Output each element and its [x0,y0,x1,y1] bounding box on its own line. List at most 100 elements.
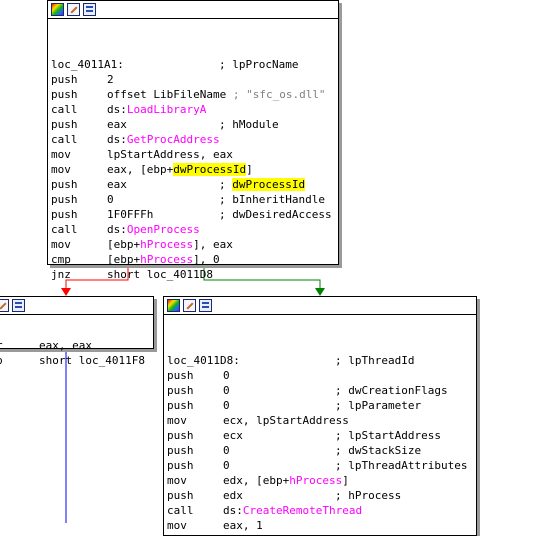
code-line[interactable]: call ds:LoadLibraryA [48,102,338,117]
code-line[interactable]: mov eax, [ebp+dwProcessId] [48,162,338,177]
symbol-name: OpenProcess [126,223,200,236]
code-line[interactable]: push 0 ; lpThreadAttributes [164,458,476,473]
block-toolbar [0,297,153,315]
edit-icon[interactable] [67,3,80,16]
operand-suffix: ] [342,474,349,487]
operand-text: short loc_4011F8 [39,354,145,367]
operands: eax [107,117,127,132]
mnemonic: mov [167,414,187,427]
code-line[interactable]: mov [ebp+hProcess], eax [48,237,338,252]
code-line[interactable]: mov eax, 1 [164,518,476,533]
code-line[interactable]: push ecx ; lpStartAddress [164,428,476,443]
operand-text: 0 [223,459,230,472]
operand-suffix: ] [246,163,253,176]
edit-icon[interactable] [0,299,9,312]
operands: ecx, lpStartAddress [223,413,349,428]
graph-icon[interactable] [83,3,96,16]
operand-text: 0 [223,399,230,412]
mnemonic: p [0,353,3,368]
code-line[interactable]: call ds:CreateRemoteThread [164,503,476,518]
operand-text: eax [107,178,127,191]
graph-icon[interactable] [12,299,25,312]
code-line[interactable]: call ds:GetProcAddress [48,132,338,147]
operands: eax, 1 [223,518,263,533]
code-line[interactable]: push 0 [164,368,476,383]
code-line[interactable]: loc_4011D8: ; lpThreadId [164,353,476,368]
graph-icon[interactable] [199,299,212,312]
operands: short loc_4011F8 [39,353,145,368]
comment: ; lpThreadAttributes [335,459,468,472]
mnemonic: push [167,444,194,457]
mnemonic: call [167,504,194,517]
code-line[interactable]: call ds:OpenProcess [48,222,338,237]
comment: ; hModule [219,118,279,131]
operand-suffix: ], eax [193,238,233,251]
mnemonic: mov [167,474,187,487]
operands: eax, eax [39,338,92,353]
code-line[interactable]: push eax ; hModule [48,117,338,132]
operand-prefix: [ebp+ [107,253,141,266]
mnemonic: push [167,429,194,442]
symbol-name: hProcess [140,238,194,251]
color-icon[interactable] [167,299,180,312]
operand-prefix: ds: [223,504,243,517]
mnemonic: push [167,384,194,397]
code-block-right[interactable]: loc_4011D8: ; lpThreadId push 0 push 0 ; dwCre… [163,296,477,536]
code-line[interactable]: push 1F0FFFh ; dwDesiredAccess [48,207,338,222]
operands: ecx [223,428,243,443]
code-block-main[interactable]: loc_4011A1: ; lpProcName push 2 push offset L… [47,0,339,281]
comment: ; dwProcessId [219,178,306,191]
color-icon[interactable] [51,3,64,16]
code-line[interactable]: mov edx, [ebp+hProcess] [164,473,476,488]
operands: [ebp+hProcess], eax [107,237,233,252]
code-line[interactable]: mov ecx, lpStartAddress [164,413,476,428]
code-line[interactable]: push 0 ; dwStackSize [164,443,476,458]
code-line[interactable]: push 0 ; bInheritHandle [48,192,338,207]
edit-icon[interactable] [183,299,196,312]
code-line[interactable]: push offset LibFileName ; "sfc_os.dll" [48,87,338,102]
code-line[interactable]: push edx ; hProcess [164,488,476,503]
code-line[interactable]: r eax, eax [0,338,153,353]
mnemonic: r [0,338,3,353]
operands: offset LibFileName ; "sfc_os.dll" [107,87,326,102]
operand-text: 0 [223,444,230,457]
mnemonic: push [167,489,194,502]
code-line[interactable]: push 2 [48,72,338,87]
symbol-name: GetProcAddress [126,133,220,146]
operand-text: ecx [223,429,243,442]
operands: 0 [223,383,230,398]
operands: 0 [223,368,230,383]
mnemonic: push [51,193,78,206]
mnemonic: jnz [51,268,71,281]
mnemonic: push [51,88,78,101]
comment: ; lpProcName [219,58,299,71]
comment: ; dwStackSize [335,444,422,457]
code-line[interactable]: push 0 ; dwCreationFlags [164,383,476,398]
operands: edx, [ebp+hProcess] [223,473,349,488]
mnemonic: push [51,73,78,86]
code-line[interactable]: p short loc_4011F8 [0,353,153,368]
code-line[interactable]: jnz short loc_4011D8 [48,267,338,282]
code-line[interactable]: push 0 ; lpParameter [164,398,476,413]
operand-text: 0 [223,384,230,397]
highlighted-symbol: dwProcessId [232,178,306,191]
operands: 2 [107,72,114,87]
code-label: loc_4011A1: [51,58,124,71]
code-line[interactable]: cmp [ebp+hProcess], 0 [48,252,338,267]
operands: 0 [107,192,114,207]
operand-text: 2 [107,73,114,86]
code-block-left[interactable]: r eax, eax p short loc_4011F8 [0,296,154,367]
code-line[interactable]: mov lpStartAddress, eax [48,147,338,162]
operand-prefix: ds: [107,223,127,236]
operands: ds:CreateRemoteThread [223,503,362,518]
operand-text: lpStartAddress, eax [107,148,233,161]
code-line[interactable]: loc_4011A1: ; lpProcName [48,57,338,72]
operands: short loc_4011D8 [107,267,213,282]
comment: ; lpParameter [335,399,422,412]
operands: lpStartAddress, eax [107,147,233,162]
mnemonic: push [167,399,194,412]
symbol-name: hProcess [289,474,343,487]
code-line[interactable]: push eax ; dwProcessId [48,177,338,192]
operand-suffix: ], 0 [193,253,220,266]
operand-text: 0 [107,193,114,206]
